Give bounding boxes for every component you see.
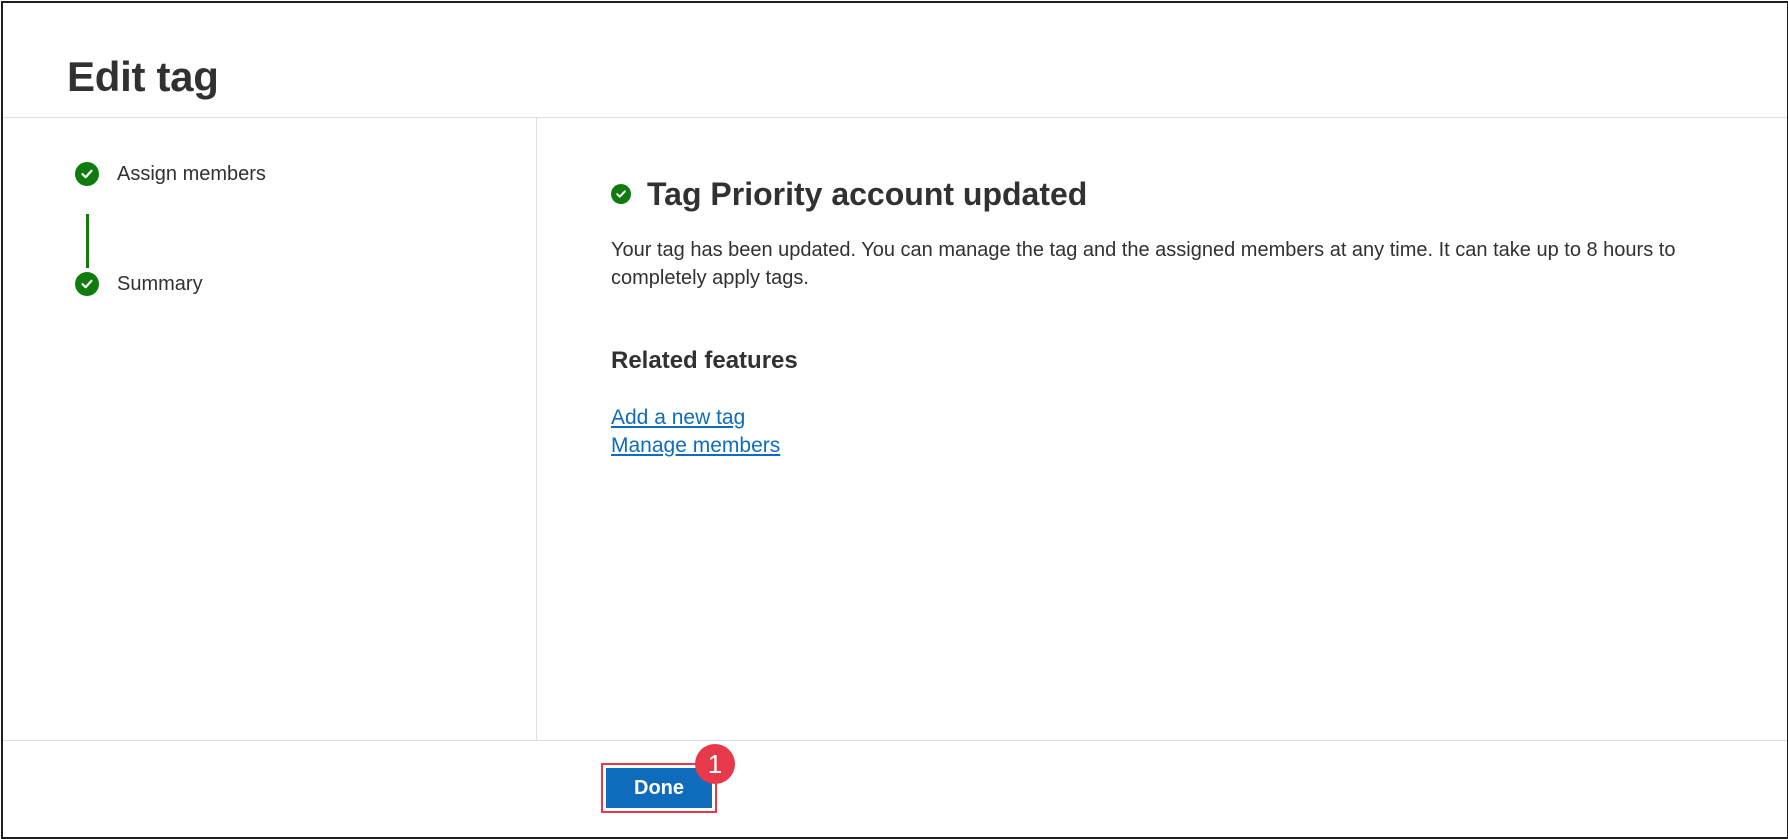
- step-connector: [86, 214, 89, 268]
- add-new-tag-link[interactable]: Add a new tag: [611, 404, 780, 432]
- wizard-steps-sidebar: Assign members Summary: [3, 118, 537, 740]
- success-title: Tag Priority account updated: [647, 176, 1088, 212]
- page-title: Edit tag: [67, 53, 219, 100]
- checkmark-circle-icon: [611, 184, 631, 204]
- success-header: Tag Priority account updated: [611, 174, 1087, 214]
- step-label: Summary: [117, 272, 203, 295]
- related-features-links: Add a new tag Manage members: [611, 404, 780, 460]
- step-summary[interactable]: Summary: [75, 271, 203, 297]
- panel-footer: Done 1: [3, 740, 1787, 837]
- step-label: Assign members: [117, 162, 266, 185]
- edit-tag-panel: Edit tag Assign members Summary Tag Prio…: [1, 1, 1788, 839]
- manage-members-link[interactable]: Manage members: [611, 432, 780, 460]
- checkmark-circle-icon: [75, 272, 99, 296]
- step-callout-badge: 1: [695, 744, 735, 784]
- checkmark-circle-icon: [75, 162, 99, 186]
- step-assign-members[interactable]: Assign members: [75, 161, 266, 187]
- related-features-heading: Related features: [611, 347, 798, 374]
- panel-header: Edit tag: [3, 3, 1787, 118]
- done-button[interactable]: Done: [606, 768, 712, 808]
- success-description: Your tag has been updated. You can manag…: [611, 239, 1676, 289]
